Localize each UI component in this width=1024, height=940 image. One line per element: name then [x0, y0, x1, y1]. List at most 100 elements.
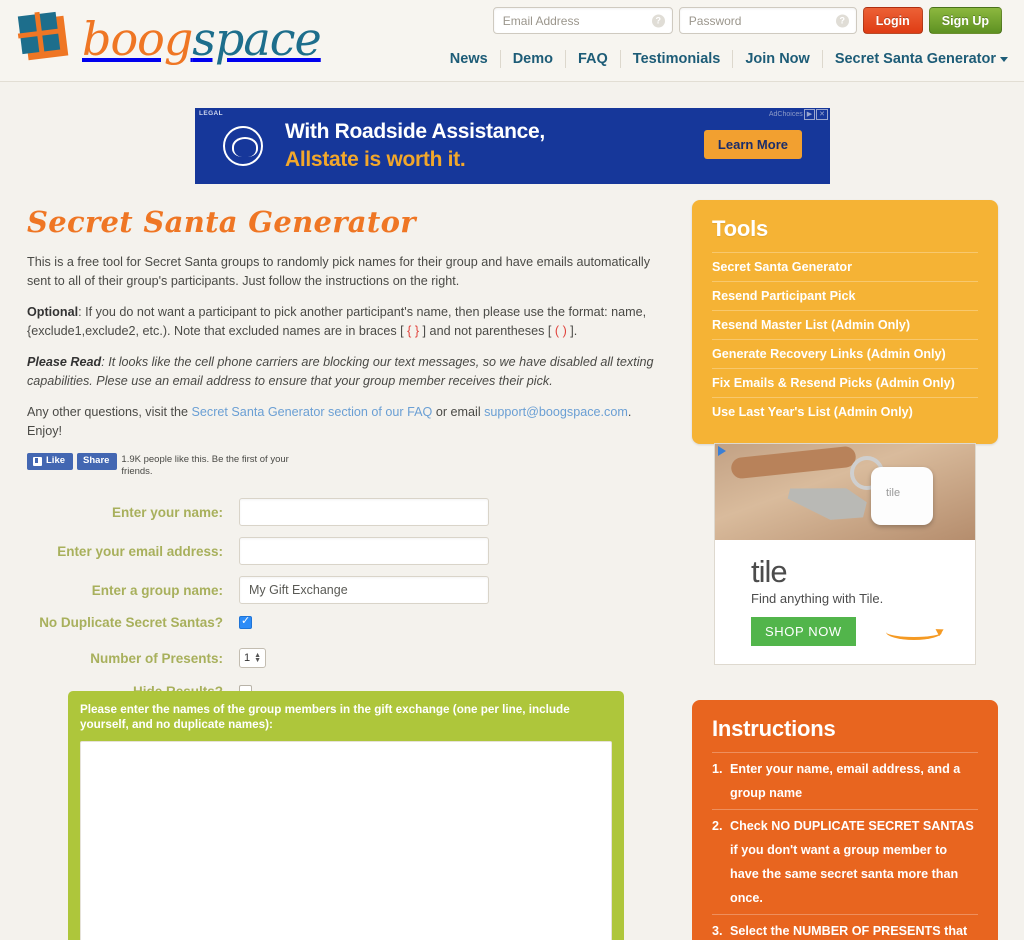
signup-button[interactable]: Sign Up: [928, 7, 1002, 34]
form-row-no-duplicate: No Duplicate Secret Santas?: [27, 615, 667, 630]
support-email-link[interactable]: support@boogspace.com: [484, 405, 628, 419]
intro-paragraph: This is a free tool for Secret Santa gro…: [27, 255, 650, 288]
nav-item-demo[interactable]: Demo: [501, 50, 566, 68]
name-label: Enter your name:: [111, 504, 223, 520]
boogspace-logo-icon: [16, 10, 72, 66]
main-navigation: News Demo FAQ Testimonials Join Now Secr…: [438, 50, 1010, 68]
password-field[interactable]: Password ?: [678, 7, 857, 34]
adchoices-triangle-icon[interactable]: ▶: [803, 109, 816, 120]
instruction-item-1: Enter your name, email address, and a gr…: [712, 752, 978, 809]
please-read-text: : It looks like the cell phone carriers …: [27, 355, 654, 388]
secret-santa-form: Enter your name: Enter your email addres…: [27, 498, 667, 699]
form-row-name: Enter your name:: [27, 498, 667, 526]
password-field-placeholder: Password: [688, 13, 742, 28]
adchoices-control[interactable]: AdChoices ▶ ✕: [768, 109, 828, 120]
optional-text-b: ] and not parentheses [: [419, 324, 555, 338]
sidebar: Tools Secret Santa Generator Resend Part…: [692, 200, 998, 444]
tool-link-fix-emails-resend-picks[interactable]: Fix Emails & Resend Picks (Admin Only): [712, 368, 978, 397]
tool-link-use-last-years-list[interactable]: Use Last Year's List (Admin Only): [712, 397, 978, 426]
close-icon[interactable]: ✕: [816, 109, 828, 120]
allstate-banner-ad[interactable]: LEGAL AdChoices ▶ ✕ With Roadside Assist…: [195, 108, 830, 184]
email-label: Enter your email address:: [57, 543, 223, 559]
nav-item-join-now[interactable]: Join Now: [733, 50, 823, 68]
email-field-placeholder: Email Address: [502, 13, 580, 28]
optional-paragraph: Optional: If you do not want a participa…: [27, 303, 667, 341]
optional-text-c: ].: [566, 324, 578, 338]
tools-panel: Tools Secret Santa Generator Resend Part…: [692, 200, 998, 444]
amazon-smile-icon: [885, 624, 942, 640]
facebook-like-count: 1.9K people like this. Be the first of y…: [121, 454, 289, 477]
nav-item-faq[interactable]: FAQ: [566, 50, 621, 68]
login-bar: Email Address ? Password ? Login Sign Up: [492, 7, 1002, 34]
logo-wordmark: boogspace: [82, 16, 322, 62]
nav-item-secret-santa-generator[interactable]: Secret Santa Generator: [823, 50, 1010, 68]
adchoices-triangle-icon[interactable]: [718, 446, 726, 456]
instruction-item-3: Select the NUMBER OF PRESENTS that each …: [712, 914, 978, 940]
tile-product-image: [715, 444, 975, 540]
page-title: Secret Santa Generator: [27, 205, 416, 239]
tool-link-resend-participant-pick[interactable]: Resend Participant Pick: [712, 281, 978, 310]
email-help-icon[interactable]: ?: [651, 14, 665, 27]
adchoices-label: AdChoices: [768, 111, 803, 118]
form-row-email: Enter your email address:: [27, 537, 667, 565]
stepper-arrows-icon[interactable]: ▲ ▼: [254, 652, 261, 664]
group-members-panel: Please enter the names of the group memb…: [68, 691, 624, 940]
faq-section-link[interactable]: Secret Santa Generator section of our FA…: [192, 405, 433, 419]
main-content: Secret Santa Generator This is a free to…: [27, 205, 667, 710]
ad-legal-label: LEGAL: [199, 110, 224, 117]
optional-label: Optional: [27, 305, 79, 319]
facebook-share-button[interactable]: Share: [77, 453, 118, 470]
tool-link-resend-master-list[interactable]: Resend Master List (Admin Only): [712, 310, 978, 339]
site-logo[interactable]: boogspace: [16, 10, 322, 66]
instructions-panel-title: Instructions: [712, 716, 836, 741]
group-members-label: Please enter the names of the group memb…: [80, 703, 570, 731]
instructions-list: Enter your name, email address, and a gr…: [712, 752, 978, 940]
allstate-hands-logo-icon: [223, 126, 263, 166]
presents-stepper[interactable]: 1 ▲ ▼: [239, 648, 267, 668]
name-input[interactable]: [239, 498, 489, 526]
form-row-presents: Number of Presents: 1 ▲ ▼: [27, 648, 667, 668]
ad-learn-more-button[interactable]: Learn More: [703, 130, 802, 159]
paren-sample: ( ): [554, 324, 567, 338]
tile-cta-row: SHOP NOW: [751, 617, 975, 646]
tool-link-generate-recovery-links[interactable]: Generate Recovery Links (Admin Only): [712, 339, 978, 368]
facebook-social-widget: Like Share 1.9K people like this. Be the…: [27, 453, 667, 478]
logo-word-boog: boog: [82, 12, 193, 66]
questions-paragraph: Any other questions, visit the Secret Sa…: [27, 403, 667, 441]
no-duplicate-checkbox[interactable]: [239, 615, 252, 629]
chevron-down-icon: [1000, 56, 1008, 62]
tool-link-secret-santa-generator[interactable]: Secret Santa Generator: [712, 252, 978, 281]
ad-headline-line2: Allstate is worth it.: [285, 148, 466, 171]
tools-panel-title: Tools: [712, 216, 769, 241]
presents-value: 1: [244, 652, 251, 664]
group-name-input[interactable]: My Gift Exchange: [239, 576, 489, 604]
email-input[interactable]: [239, 537, 489, 565]
password-help-icon[interactable]: ?: [835, 14, 849, 27]
site-header: boogspace Email Address ? Password ? Log…: [0, 0, 1024, 82]
login-button[interactable]: Login: [862, 7, 923, 34]
facebook-like-button[interactable]: Like: [27, 453, 74, 470]
tile-ad-body: tile Find anything with Tile. SHOP NOW: [715, 540, 975, 646]
please-read-paragraph: Please Read: It looks like the cell phon…: [27, 353, 667, 391]
ad-headline-line1: With Roadside Assistance,: [285, 120, 545, 143]
tile-brand-logo: tile: [751, 554, 788, 589]
please-read-label: Please Read: [27, 355, 102, 369]
no-duplicate-label: No Duplicate Secret Santas?: [39, 615, 223, 630]
brace-sample: { }: [407, 324, 420, 338]
presents-label: Number of Presents:: [90, 650, 223, 666]
facebook-share-label: Share: [83, 455, 110, 466]
thumbs-up-icon: [33, 456, 42, 466]
questions-middle: or email: [432, 405, 485, 419]
banner-ad-zone: LEGAL AdChoices ▶ ✕ With Roadside Assist…: [0, 96, 1024, 196]
nav-item-news[interactable]: News: [438, 50, 501, 68]
nav-item-testimonials[interactable]: Testimonials: [621, 50, 734, 68]
tile-tagline: Find anything with Tile.: [751, 591, 884, 606]
group-members-textarea[interactable]: [80, 741, 612, 940]
email-field[interactable]: Email Address ?: [492, 7, 673, 34]
instruction-item-2: Check NO DUPLICATE SECRET SANTAS if you …: [712, 809, 978, 914]
questions-prefix: Any other questions, visit the: [27, 405, 192, 419]
tile-shop-now-button[interactable]: SHOP NOW: [751, 617, 856, 646]
facebook-like-label: Like: [46, 455, 66, 466]
nav-item-secret-santa-label: Secret Santa Generator: [834, 51, 996, 67]
tile-sidebar-ad[interactable]: tile Find anything with Tile. SHOP NOW: [714, 443, 976, 665]
